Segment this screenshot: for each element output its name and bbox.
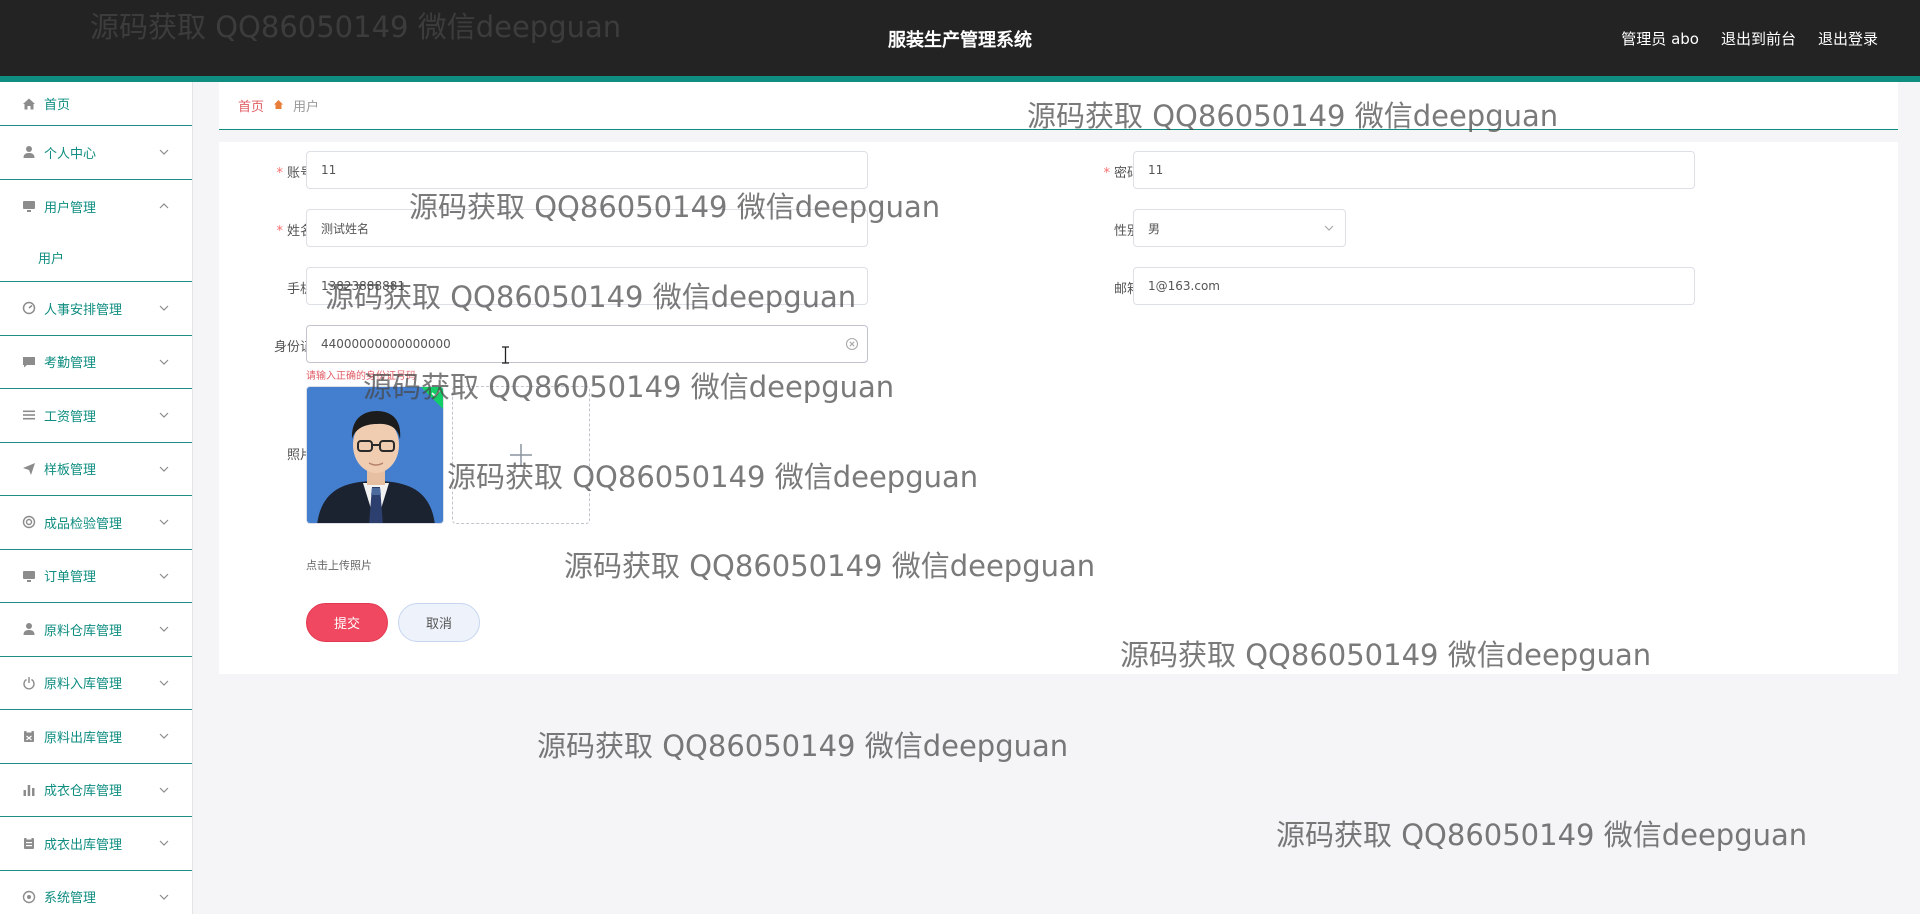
gear-icon xyxy=(22,890,36,904)
photo-upload-button[interactable] xyxy=(452,386,590,524)
sidebar-item-user-management[interactable]: 用户管理 xyxy=(0,180,192,234)
sidebar-item-garment-outbound[interactable]: 成衣出库管理 xyxy=(0,817,192,871)
chevron-down-icon xyxy=(159,573,169,579)
idcard-label: 身份证 xyxy=(273,340,313,355)
sidebar-item-garment-warehouse[interactable]: 成衣仓库管理 xyxy=(0,764,192,817)
sidebar-item-label: 系统管理 xyxy=(44,891,97,907)
name-label: * 姓名 xyxy=(276,224,313,239)
email-label: 邮箱 xyxy=(1113,282,1140,297)
name-input[interactable]: 测试姓名 xyxy=(306,209,868,247)
sidebar-item-material-warehouse[interactable]: 原料仓库管理 xyxy=(0,603,192,657)
sidebar-item-salary[interactable]: 工资管理 xyxy=(0,389,192,443)
account-label: * 账号 xyxy=(276,166,313,181)
clipboard-icon xyxy=(22,836,36,850)
chevron-down-icon xyxy=(159,680,169,686)
sidebar-item-personnel[interactable]: 人事安排管理 xyxy=(0,282,192,336)
plus-icon xyxy=(510,444,532,466)
idcard-error-message: 请输入正确的身份证号码 xyxy=(306,371,416,382)
check-icon xyxy=(421,387,443,409)
back-to-front-link[interactable]: 退出到前台 xyxy=(1721,28,1796,49)
photo-label: 照片 xyxy=(286,448,313,463)
sidebar-item-home[interactable]: 首页 xyxy=(0,82,192,126)
watermark-text: 源码获取 QQ86050149 微信deepguan xyxy=(537,729,1069,763)
target-icon xyxy=(22,515,36,529)
chevron-down-icon xyxy=(1324,225,1334,231)
breadcrumb: 首页 用户 xyxy=(219,82,1898,130)
sidebar-item-orders[interactable]: 订单管理 xyxy=(0,550,192,603)
sidebar-item-inspection[interactable]: 成品检验管理 xyxy=(0,496,192,550)
user-form-panel: * 账号 11 * 密码 11 * 姓名 测试姓名 性别 男 手机 138238888… xyxy=(219,142,1898,674)
chevron-down-icon xyxy=(159,840,169,847)
sidebar-item-label: 订单管理 xyxy=(44,570,97,586)
photo-upload-hint: 点击上传照片 xyxy=(306,559,372,572)
sidebar-item-label: 成衣仓库管理 xyxy=(44,784,123,800)
bar-chart-icon xyxy=(22,783,36,797)
sidebar: 首页 个人中心 用户管理 用户 人事安排管理 考勤管理 工资管理 样板管理 成品… xyxy=(0,82,193,914)
sidebar-item-label: 原料出库管理 xyxy=(44,730,123,746)
uploaded-photo-thumbnail[interactable] xyxy=(306,386,444,524)
sidebar-item-system[interactable]: 系统管理 xyxy=(0,871,192,914)
sidebar-item-label: 成衣出库管理 xyxy=(44,837,123,853)
person-icon xyxy=(22,622,36,636)
phone-input[interactable]: 13823888881 xyxy=(306,267,868,305)
chevron-down-icon xyxy=(159,359,169,365)
chevron-down-icon xyxy=(159,305,169,312)
idcard-input[interactable]: 44000000000000000 xyxy=(306,325,868,363)
sidebar-item-attendance[interactable]: 考勤管理 xyxy=(0,336,192,389)
sidebar-item-material-outbound[interactable]: 原料出库管理 xyxy=(0,710,192,764)
chevron-down-icon xyxy=(159,894,169,900)
chevron-down-icon xyxy=(159,787,169,793)
power-icon xyxy=(22,676,36,690)
sidebar-subitem-user[interactable]: 用户 xyxy=(0,233,192,282)
breadcrumb-home-link[interactable]: 首页 xyxy=(238,96,264,115)
chevron-down-icon xyxy=(159,519,169,526)
breadcrumb-current: 用户 xyxy=(293,100,320,115)
watermark-text: 源码获取 QQ86050149 微信deepguan xyxy=(1276,818,1808,852)
sidebar-item-label: 成品检验管理 xyxy=(44,516,123,532)
chevron-down-icon xyxy=(159,149,169,156)
sidebar-item-label: 用户管理 xyxy=(44,200,97,216)
logout-link[interactable]: 退出登录 xyxy=(1818,28,1878,49)
sidebar-item-material-inbound[interactable]: 原料入库管理 xyxy=(0,657,192,710)
password-label: * 密码 xyxy=(1103,166,1140,181)
chevron-down-icon xyxy=(159,626,169,633)
chat-icon xyxy=(22,355,36,369)
list-icon xyxy=(22,408,36,422)
account-input[interactable]: 11 xyxy=(306,151,868,189)
gender-label: 性别 xyxy=(1113,224,1140,239)
submit-button[interactable]: 提交 xyxy=(306,603,388,642)
sidebar-item-label: 原料入库管理 xyxy=(44,677,123,693)
password-input[interactable]: 11 xyxy=(1133,151,1695,189)
chevron-down-icon xyxy=(159,466,169,472)
chevron-down-icon xyxy=(159,412,169,419)
sidebar-item-label: 首页 xyxy=(44,98,71,113)
home-icon xyxy=(22,97,36,111)
text-cursor-icon xyxy=(502,346,509,364)
sidebar-item-personal-center[interactable]: 个人中心 xyxy=(0,126,192,180)
chevron-up-icon xyxy=(159,203,169,209)
monitor-icon xyxy=(22,199,36,213)
sidebar-item-label: 人事安排管理 xyxy=(44,302,123,318)
sidebar-item-label: 样板管理 xyxy=(44,463,97,479)
sidebar-item-label: 考勤管理 xyxy=(44,356,97,372)
sidebar-item-label: 个人中心 xyxy=(44,146,97,162)
header-links: 管理员 abo 退出到前台 退出登录 xyxy=(1621,28,1878,49)
monitor-icon xyxy=(22,569,36,583)
sidebar-item-label: 工资管理 xyxy=(44,409,97,425)
top-header: 服装生产管理系统 管理员 abo 退出到前台 退出登录 xyxy=(0,0,1920,76)
person-icon xyxy=(22,145,36,159)
cancel-button[interactable]: 取消 xyxy=(398,603,480,642)
email-input[interactable]: 1@163.com xyxy=(1133,267,1695,305)
gauge-icon xyxy=(22,301,36,315)
breadcrumb-separator-icon xyxy=(273,99,284,113)
phone-label: 手机 xyxy=(286,282,313,297)
admin-user-link[interactable]: 管理员 abo xyxy=(1621,28,1699,49)
gender-select[interactable]: 男 xyxy=(1133,209,1346,247)
clear-icon[interactable] xyxy=(845,337,859,351)
chevron-down-icon xyxy=(159,733,169,740)
send-icon xyxy=(22,462,36,476)
clipboard-icon xyxy=(22,729,36,743)
sidebar-item-sample[interactable]: 样板管理 xyxy=(0,443,192,496)
sidebar-item-label: 原料仓库管理 xyxy=(44,623,123,639)
